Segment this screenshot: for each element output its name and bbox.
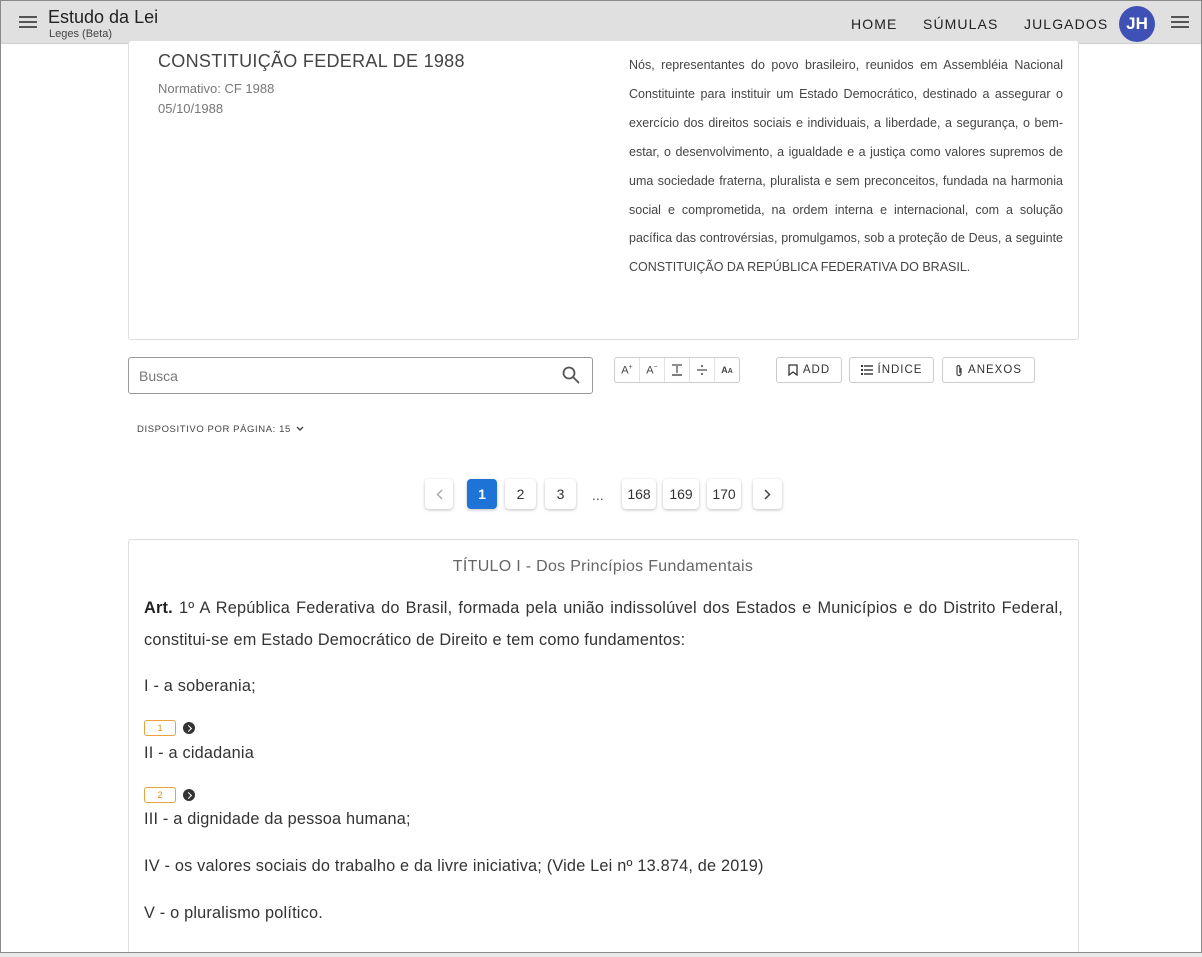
divide-icon	[697, 365, 707, 375]
user-avatar[interactable]: JH	[1119, 6, 1155, 42]
search-field[interactable]	[128, 357, 593, 394]
inciso-1: I - a soberania;	[144, 677, 256, 695]
line-spacing-icon	[672, 364, 682, 376]
chevron-right-circle-icon[interactable]	[183, 789, 195, 801]
law-date: 05/10/1988	[158, 101, 224, 116]
annex-button[interactable]: ANEXOS	[942, 357, 1035, 383]
text-tools-group: A+ A− AA	[614, 357, 740, 383]
items-per-page-label: DISPOSITIVO POR PÁGINA: 15	[137, 424, 291, 435]
list-icon	[860, 365, 873, 375]
bookmark-add-icon	[788, 364, 798, 376]
pagination-page-168[interactable]: 168	[622, 479, 656, 509]
divide-button[interactable]	[690, 358, 715, 382]
paperclip-icon	[956, 364, 962, 376]
app-bar: Estudo da Lei Leges (Beta) HOME SÚMULAS …	[1, 1, 1201, 44]
app-title[interactable]: Estudo da Lei	[48, 7, 158, 28]
font-increase-button[interactable]: A+	[615, 358, 640, 382]
inciso-2: II - a cidadania	[144, 744, 254, 762]
items-per-page-select[interactable]: DISPOSITIVO POR PÁGINA: 15	[137, 424, 304, 435]
line-spacing-button[interactable]	[665, 358, 690, 382]
more-menu-icon[interactable]	[1171, 16, 1189, 29]
title-heading: TÍTULO I - Dos Princípios Fundamentais	[452, 558, 754, 575]
nav-home[interactable]: HOME	[851, 16, 897, 32]
text-format-icon: AA	[721, 365, 733, 375]
chevron-right-circle-icon[interactable]	[183, 722, 195, 734]
article-text: Art. 1º A República Federativa do Brasil…	[144, 593, 1063, 656]
index-label: ÍNDICE	[877, 364, 923, 376]
law-title: CONSTITUIÇÃO FEDERAL DE 1988	[158, 51, 465, 71]
law-normative: Normativo: CF 1988	[158, 81, 275, 96]
inciso-3: III - a dignidade da pessoa humana;	[144, 810, 411, 828]
inciso-4: IV - os valores sociais do trabalho e da…	[144, 857, 764, 875]
pagination-ellipsis: ...	[592, 487, 604, 503]
inciso-5: V - o pluralismo político.	[144, 904, 323, 922]
chevron-down-icon	[296, 426, 304, 431]
pagination-page-3[interactable]: 3	[545, 479, 576, 509]
nav-julgados[interactable]: JULGADOS	[1024, 16, 1108, 32]
text-format-button[interactable]: AA	[715, 358, 739, 382]
pagination-page-2[interactable]: 2	[505, 479, 536, 509]
search-icon[interactable]	[562, 366, 580, 384]
pagination-prev-button[interactable]	[425, 479, 453, 509]
app-subtitle: Leges (Beta)	[49, 28, 112, 40]
add-label: ADD	[802, 364, 831, 376]
index-button[interactable]: ÍNDICE	[849, 357, 934, 383]
pagination-next-button[interactable]	[753, 479, 782, 509]
search-input[interactable]	[139, 366, 549, 386]
law-preamble: Nós, representantes do povo brasileiro, …	[629, 58, 1063, 275]
font-increase-icon: A+	[621, 363, 633, 377]
browser-window: Estudo da Lei Leges (Beta) HOME SÚMULAS …	[0, 0, 1202, 953]
font-decrease-button[interactable]: A−	[640, 358, 665, 382]
font-decrease-icon: A−	[646, 363, 658, 377]
menu-icon[interactable]	[19, 16, 37, 29]
article-label: Art.	[144, 599, 173, 617]
reference-chip-1[interactable]: 1	[144, 720, 176, 736]
nav-sumulas[interactable]: SÚMULAS	[923, 16, 998, 32]
pagination-page-169[interactable]: 169	[663, 479, 699, 509]
reference-chip-2[interactable]: 2	[144, 787, 176, 803]
add-button[interactable]: ADD	[776, 357, 842, 383]
annex-label: ANEXOS	[968, 364, 1022, 376]
window-bottom-edge	[0, 953, 1202, 957]
pagination-page-170[interactable]: 170	[707, 479, 741, 509]
article-body: 1º A República Federativa do Brasil, for…	[144, 599, 1063, 649]
chevron-left-icon	[435, 489, 443, 500]
pagination-page-1[interactable]: 1	[467, 479, 497, 509]
chevron-right-icon	[764, 489, 771, 500]
